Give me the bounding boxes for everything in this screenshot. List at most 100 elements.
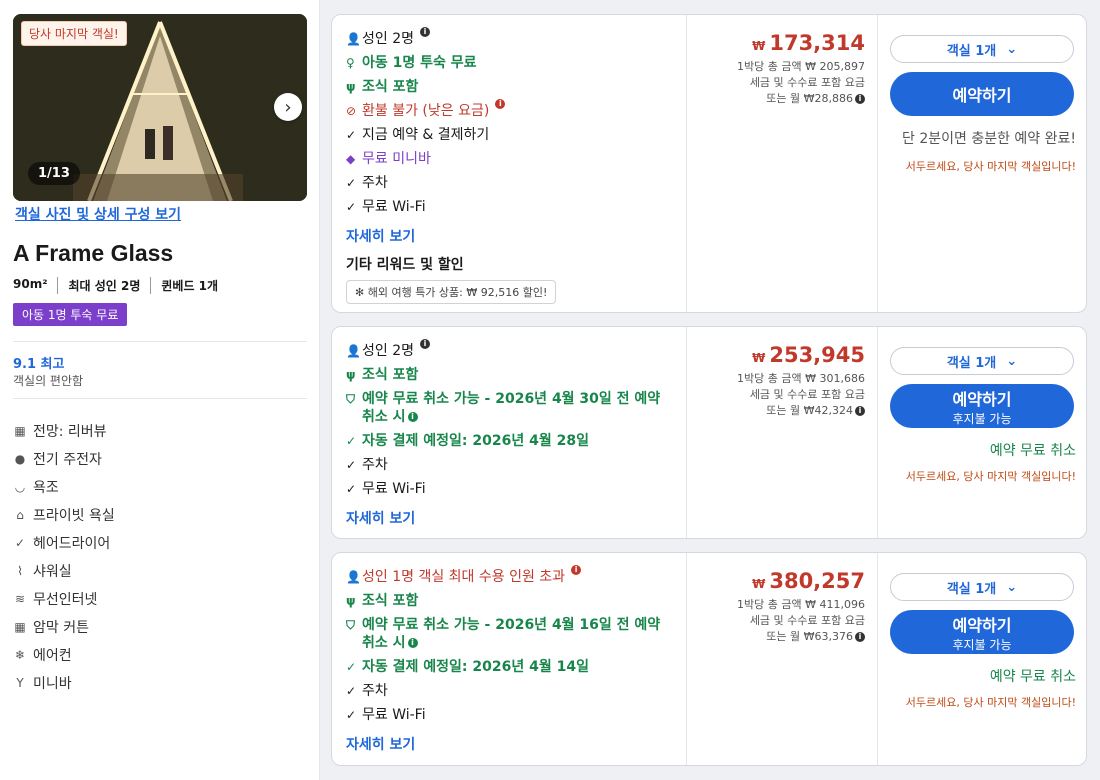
guests-row: 👤 성인 2명 i xyxy=(346,339,672,363)
info-icon[interactable]: i xyxy=(420,27,430,37)
amenity-item: ● 전기 주전자 xyxy=(14,452,102,468)
offer-booking: 객실 1개 ⌄ 예약하기 단 2분이면 충분한 예약 완료! 서두르세요, 당사 … xyxy=(878,15,1086,312)
comfort-score-label: 객실의 편안함 xyxy=(13,374,84,388)
amenity-item: ▦ 암막 커튼 xyxy=(14,620,89,636)
child-icon: ♀ xyxy=(346,56,355,70)
minibar-row: ◆ 무료 미니바 xyxy=(346,147,672,171)
info-icon[interactable]: i xyxy=(855,632,865,642)
check-icon: ✓ xyxy=(346,458,357,472)
monthly-price: 또는 월 ₩28,886 i xyxy=(699,91,865,107)
fork-knife-icon: ψ xyxy=(346,594,356,608)
photo-counter: 1/13 xyxy=(28,162,80,185)
fast-booking-note: 단 2분이면 충분한 예약 완료! xyxy=(902,131,1076,147)
room-photos-link[interactable]: 객실 사진 및 상세 구성 보기 xyxy=(15,204,181,224)
offer-price: ₩253,945 1박당 총 금액 ₩ 301,686 세금 및 수수료 포함 … xyxy=(686,327,878,538)
cocktail-icon: Y xyxy=(16,676,24,690)
no-icon: ⊘ xyxy=(346,104,357,118)
nonrefund-row: ⊘ 환불 불가 (낮은 요금) i xyxy=(346,99,672,123)
room-count-select[interactable]: 객실 1개 ⌄ xyxy=(890,347,1074,375)
breakfast-row: ψ 조식 포함 xyxy=(346,75,672,99)
info-icon[interactable]: i xyxy=(407,412,418,422)
see-more-link[interactable]: 자세히 보기 xyxy=(346,226,672,246)
offer-features: 👤 성인 2명 i ψ 조식 포함 ⛉ 예약 무료 취소 가능 - 2026년 4월 3… xyxy=(332,327,686,538)
offer-price: ₩380,257 1박당 총 금액 ₩ 411,096 세금 및 수수료 포함 … xyxy=(686,553,878,765)
offer-booking: 객실 1개 ⌄ 예약하기 후지불 가능 예약 무료 취소 서두르세요, 당사 마지막… xyxy=(878,553,1086,765)
currency-symbol: ₩ xyxy=(752,39,766,53)
toilet-icon: ⌂ xyxy=(16,508,24,522)
check-icon: ✓ xyxy=(346,684,357,698)
total-price: 1박당 총 금액 ₩ 301,686 xyxy=(737,372,865,385)
free-cancel-note: 예약 무료 취소 xyxy=(989,443,1076,459)
check-icon: ✓ xyxy=(346,200,357,214)
room-info-panel: 당사 마지막 객실! › 1/13 객실 사진 및 상세 구성 보기 A Fra… xyxy=(0,0,320,780)
next-photo-button[interactable]: › xyxy=(274,93,302,121)
wifi-icon: ≋ xyxy=(14,592,26,606)
wifi-row: ✓ 무료 Wi-Fi xyxy=(346,703,672,727)
amenity-item: ▦ 전망: 리버뷰 xyxy=(14,424,107,440)
free-cancel-note: 예약 무료 취소 xyxy=(989,669,1076,685)
amenity-item: ≋ 무선인터넷 xyxy=(14,592,98,608)
comfort-score: 9.1 최고 xyxy=(13,357,65,372)
info-icon[interactable]: i xyxy=(571,565,582,575)
chevron-right-icon: › xyxy=(284,96,292,118)
amenity-item: ❄ 에어컨 xyxy=(14,648,72,664)
offer-price: ₩173,314 1박당 총 금액 ₩ 205,897 세금 및 수수료 포함 … xyxy=(686,15,878,312)
room-title: A Frame Glass xyxy=(13,240,174,266)
amenity-item: ◡ 욕조 xyxy=(14,480,59,496)
amenity-item: Y 미니바 xyxy=(13,669,115,697)
info-icon[interactable]: i xyxy=(495,99,506,109)
book-button[interactable]: 예약하기 후지불 가능 xyxy=(890,384,1074,428)
offer-features: 👤 성인 2명 i ♀ 아동 1명 투숙 무료 ψ 조식 포함 ⊘ 환불 불가 (낮은 요… xyxy=(332,15,686,312)
check-icon: ✓ xyxy=(346,708,357,722)
free-cancel-row: ⛉ 예약 무료 취소 가능 - 2026년 4월 16일 전 예약 취소 시i xyxy=(346,617,661,651)
last-room-note: 서두르세요, 당사 마지막 객실입니다! xyxy=(905,696,1076,709)
chevron-down-icon: ⌄ xyxy=(1006,353,1018,369)
info-icon[interactable]: i xyxy=(407,638,418,648)
promo-badge: ✻ 해외 여행 특가 상품: ₩ 92,516 할인! xyxy=(346,280,557,304)
wifi-row: ✓ 무료 Wi-Fi xyxy=(346,477,672,501)
currency-symbol: ₩ xyxy=(752,577,766,591)
pay-now-row: ✓ 지금 예약 & 결제하기 xyxy=(346,123,672,147)
guests-row: 👤 성인 1명 객실 최대 수용 인원 초과 i xyxy=(346,565,672,589)
person-icon: 👤 xyxy=(346,32,361,46)
parking-row: ✓ 주차 xyxy=(346,453,672,477)
last-room-badge: 당사 마지막 객실! xyxy=(21,21,127,46)
room-count-select[interactable]: 객실 1개 ⌄ xyxy=(890,35,1074,63)
see-more-link[interactable]: 자세히 보기 xyxy=(346,508,672,528)
person-icon: 👤 xyxy=(346,344,361,358)
room-photo[interactable]: 당사 마지막 객실! › 1/13 xyxy=(13,14,307,201)
offer-card: 👤 성인 2명 i ψ 조식 포함 ⛉ 예약 무료 취소 가능 - 2026년 4월 3… xyxy=(331,326,1087,539)
room-size: 90m² xyxy=(13,277,48,291)
shield-icon: ⛉ xyxy=(346,392,356,406)
snowflake-icon: ❄ xyxy=(14,648,26,662)
guests-row: 👤 성인 2명 i xyxy=(346,27,672,51)
info-icon[interactable]: i xyxy=(420,339,430,349)
kettle-icon: ● xyxy=(14,452,26,466)
breakfast-row: ψ 조식 포함 xyxy=(346,589,672,613)
discount-icon: ✻ xyxy=(355,286,368,299)
room-count-select[interactable]: 객실 1개 ⌄ xyxy=(890,573,1074,601)
chevron-down-icon: ⌄ xyxy=(1006,41,1018,57)
kid-free-row: ♀ 아동 1명 투숙 무료 xyxy=(346,51,672,75)
chevron-down-icon: ⌄ xyxy=(1006,579,1018,595)
info-icon[interactable]: i xyxy=(855,406,865,416)
book-button[interactable]: 예약하기 xyxy=(890,72,1074,116)
total-price: 1박당 총 금액 ₩ 411,096 xyxy=(737,598,865,611)
parking-row: ✓ 주차 xyxy=(346,679,672,703)
wifi-row: ✓ 무료 Wi-Fi xyxy=(346,195,672,219)
see-more-link[interactable]: 자세히 보기 xyxy=(346,734,672,754)
amenity-item: ⌇ 샤워실 xyxy=(13,557,115,585)
fork-knife-icon: ψ xyxy=(346,368,356,382)
currency-symbol: ₩ xyxy=(752,351,766,365)
check-icon: ✓ xyxy=(346,482,357,496)
divider xyxy=(13,398,307,399)
auto-pay-row: ✓ 자동 결제 예정일: 2026년 4월 14일 xyxy=(346,655,672,679)
book-button[interactable]: 예약하기 후지불 가능 xyxy=(890,610,1074,654)
check-icon: ✓ xyxy=(346,434,357,448)
info-icon[interactable]: i xyxy=(855,94,865,104)
amenity-item: ⌂ 프라이빗 욕실 xyxy=(13,501,115,529)
room-specs: 90m² 최대 성인 2명 퀸베드 1개 xyxy=(13,277,218,294)
parking-row: ✓ 주차 xyxy=(346,171,672,195)
auto-pay-row: ✓ 자동 결제 예정일: 2026년 4월 28일 xyxy=(346,429,672,453)
offer-features: 👤 성인 1명 객실 최대 수용 인원 초과 i ψ 조식 포함 ⛉ 예약 무료 취소 … xyxy=(332,553,686,765)
